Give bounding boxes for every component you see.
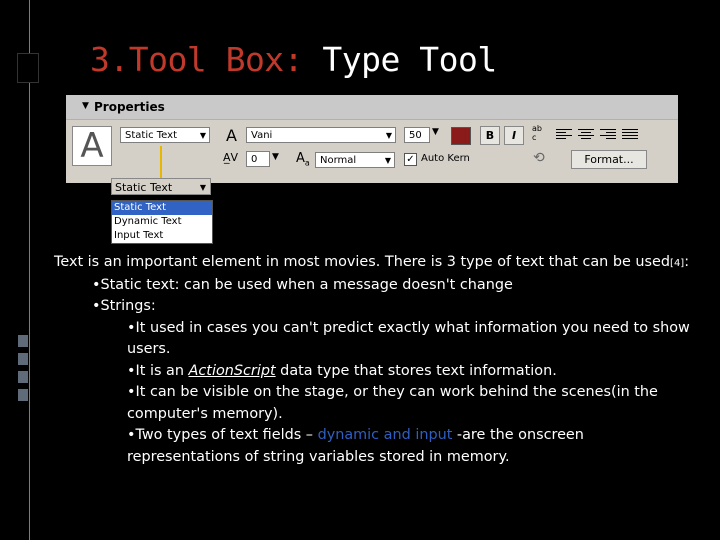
text-color-swatch[interactable] [451, 127, 471, 145]
option-dynamic-text[interactable]: Dynamic Text [112, 215, 212, 229]
tracking-field[interactable]: 0 [246, 151, 270, 167]
tracking-icon: A̲V [223, 151, 239, 164]
chevron-down-icon: ▼ [384, 156, 391, 165]
bullet-text: data type that stores text information. [275, 362, 557, 379]
tracking-value: 0 [251, 154, 258, 165]
deco-square [17, 53, 39, 83]
chevron-down-icon: ▼ [199, 131, 206, 140]
align-right-icon[interactable] [600, 127, 616, 141]
bullet-strings-4: •Two types of text fields – dynamic and … [54, 425, 694, 468]
deco-square [18, 371, 28, 383]
deco-square [18, 353, 28, 365]
text-type-value: Static Text [125, 130, 177, 141]
font-value: Vani [251, 130, 273, 141]
title-accent: 3.Tool Box: [90, 40, 304, 79]
panel-header[interactable]: ▼ Properties [66, 95, 678, 120]
text-direction-icon[interactable]: ab c [532, 124, 542, 142]
font-select[interactable]: Vani ▼ [246, 127, 396, 143]
font-size-field[interactable]: 50 [404, 127, 430, 143]
slide-body-text: Text is an important element in most mov… [54, 252, 694, 468]
intro-text: Text is an important element in most mov… [54, 254, 671, 270]
slide-title: 3.Tool Box: Type Tool [90, 40, 497, 79]
auto-kern-label: Auto Kern [421, 153, 470, 164]
bold-button[interactable]: B [480, 126, 500, 145]
deco-square [18, 389, 28, 401]
bullet-strings-3: •It can be visible on the stage, or they… [127, 384, 658, 422]
highlighted-text: dynamic and input [317, 427, 453, 443]
collapse-triangle-icon[interactable]: ▼ [82, 101, 89, 111]
text-type-options: Static Text Dynamic Text Input Text [111, 200, 213, 244]
bullet-strings: •Strings: [92, 298, 156, 314]
bullet-text: •It is an [127, 362, 189, 379]
title-rest: Type Tool [322, 40, 497, 79]
dropdown-selected: Static Text [115, 181, 173, 194]
panel-title: Properties [94, 100, 165, 114]
actionscript-link[interactable]: ActionScript [189, 363, 276, 379]
option-input-text[interactable]: Input Text [112, 229, 212, 243]
bullet-static-text: •Static text: can be used when a message… [92, 276, 513, 293]
bullet-text: •Two types of text fields – [127, 427, 318, 443]
text-type-select[interactable]: Static Text ▼ [120, 127, 210, 143]
intro-colon: : [684, 254, 690, 270]
tracking-arrow-icon[interactable]: ▼ [272, 152, 279, 162]
baseline-icon: Aa [296, 151, 310, 168]
baseline-value: Normal [320, 155, 357, 166]
citation-ref: [4] [670, 258, 685, 269]
format-button[interactable]: Format... [571, 150, 647, 169]
font-size-value: 50 [409, 130, 422, 141]
font-size-arrow-icon[interactable]: ▼ [432, 127, 439, 137]
chevron-down-icon: ▼ [199, 183, 206, 192]
intro-paragraph: Text is an important element in most mov… [54, 252, 694, 275]
deco-square [18, 335, 28, 347]
properties-panel: ▼ Properties A Static Text ▼ A Vani ▼ 50… [66, 95, 678, 183]
selectable-text-icon[interactable]: ⟲ [533, 150, 545, 166]
align-center-icon[interactable] [578, 127, 594, 141]
auto-kern-checkbox[interactable]: ✓ [404, 153, 417, 166]
align-left-icon[interactable] [556, 127, 572, 141]
chevron-down-icon: ▼ [385, 131, 392, 140]
justify-icon[interactable] [622, 127, 638, 141]
text-tool-icon: A [72, 126, 112, 166]
bullet-strings-2: •It is an ActionScript data type that st… [54, 361, 694, 383]
text-type-dropdown[interactable]: Static Text ▼ [111, 178, 211, 195]
bullet-strings-1: •It used in cases you can't predict exac… [127, 319, 690, 358]
font-icon: A [226, 126, 237, 145]
baseline-select[interactable]: Normal ▼ [315, 152, 395, 168]
italic-button[interactable]: I [504, 126, 524, 145]
option-static-text[interactable]: Static Text [112, 201, 212, 215]
